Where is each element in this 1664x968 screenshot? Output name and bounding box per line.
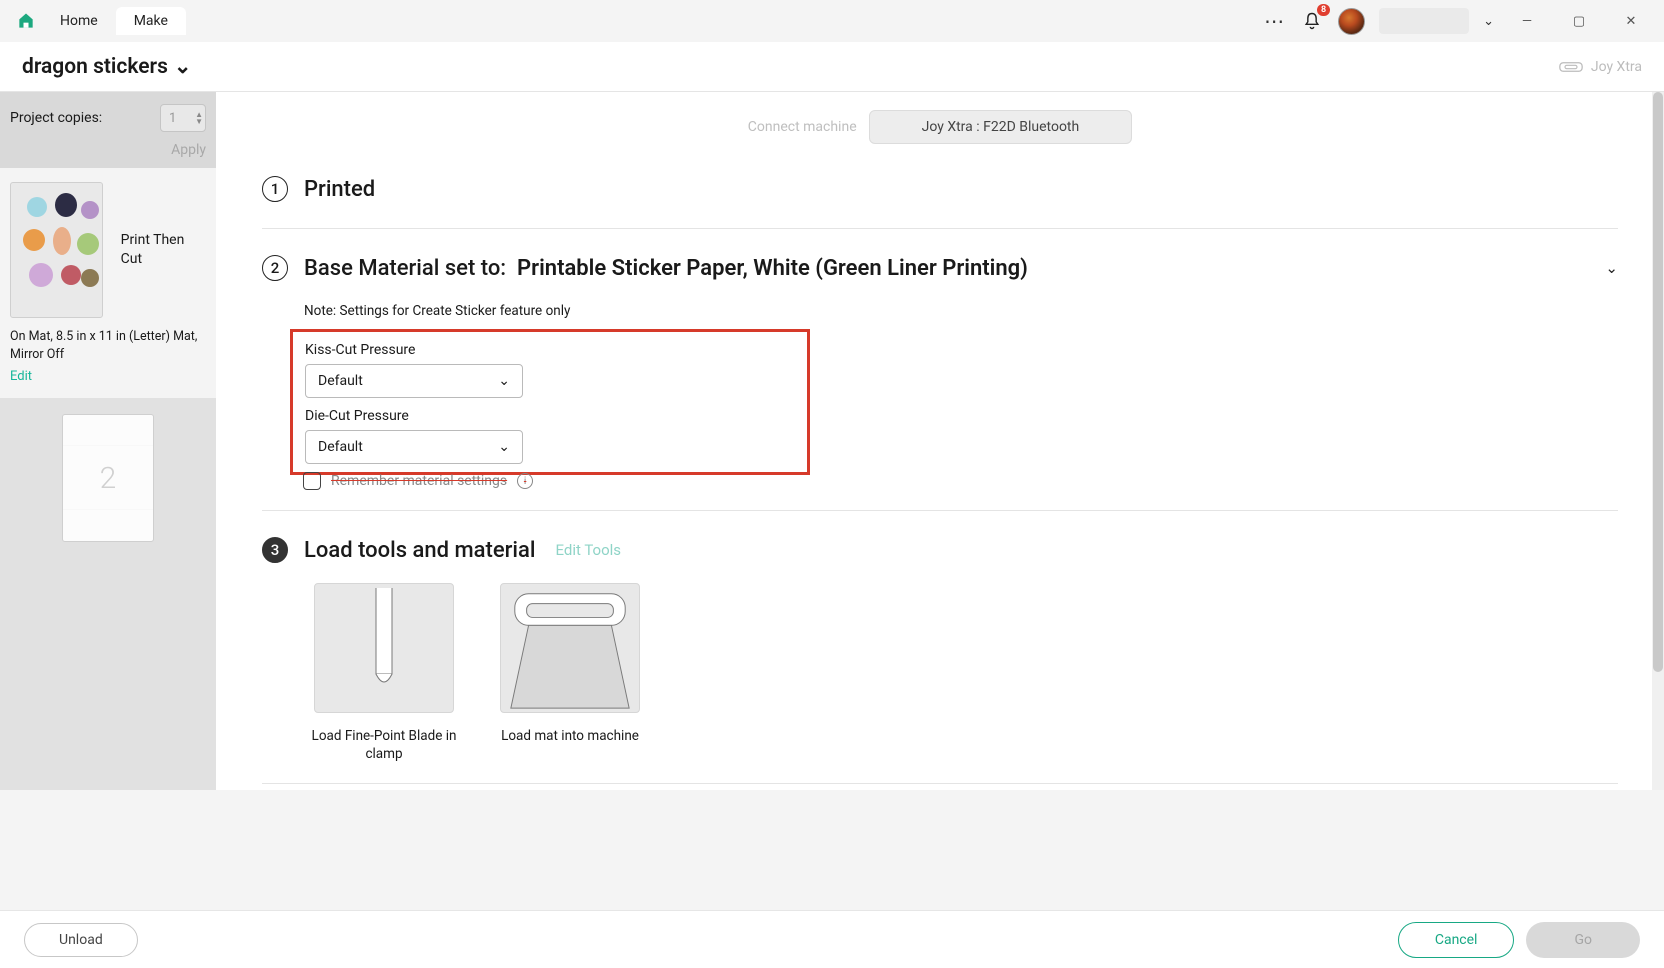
step-3: 3 Load tools and material Edit Tools Loa… <box>216 517 1664 763</box>
chevron-down-icon: ⌄ <box>498 373 510 389</box>
mat-edit-link[interactable]: Edit <box>10 369 32 384</box>
mat-panel-2[interactable]: 2 <box>0 398 216 566</box>
highlight-annotation: Kiss-Cut Pressure Default ⌄ Die-Cut Pres… <box>290 329 810 475</box>
tool-card-mat: Load mat into machine <box>490 583 650 763</box>
tool-mat-image <box>500 583 640 713</box>
project-title-bar: dragon stickers ⌄ Joy Xtra <box>0 42 1664 92</box>
tool-blade-image <box>314 583 454 713</box>
step-2-title: Base Material set to: Printable Sticker … <box>304 256 1028 281</box>
mat-type-label: Print Then Cut <box>121 231 206 269</box>
unload-button[interactable]: Unload <box>24 923 138 957</box>
connect-label: Connect machine <box>748 119 857 135</box>
step-2: 2 Base Material set to: Printable Sticke… <box>216 235 1664 504</box>
notifications-icon[interactable]: 8 <box>1300 9 1324 33</box>
copies-panel: Project copies: 1 ▲▼ Apply <box>0 92 216 168</box>
divider <box>262 783 1618 784</box>
chevron-down-icon: ⌄ <box>498 439 510 455</box>
remember-label: Remember material settings <box>331 473 507 489</box>
window-close-icon[interactable]: ✕ <box>1612 9 1650 33</box>
die-cut-label: Die-Cut Pressure <box>305 408 727 424</box>
copies-down-icon[interactable]: ▼ <box>195 118 203 125</box>
apply-button[interactable]: Apply <box>171 142 206 158</box>
step-1: 1 Printed <box>216 156 1664 222</box>
step-2-note: Note: Settings for Create Sticker featur… <box>304 303 1618 319</box>
kiss-cut-dropdown[interactable]: Default ⌄ <box>305 364 523 398</box>
notification-badge: 8 <box>1317 4 1330 16</box>
edit-tools-link[interactable]: Edit Tools <box>555 541 621 559</box>
mat-thumbnail-2: 2 <box>62 414 154 542</box>
chevron-down-icon: ⌄ <box>174 54 192 79</box>
app-bar: Home Make ⋯ 8 ⌄ — ▢ ✕ <box>0 0 1664 42</box>
copies-stepper[interactable]: 1 ▲▼ <box>160 104 206 132</box>
footer: Unload Cancel Go <box>0 910 1664 968</box>
main-panel: Connect machine Joy Xtra : F22D Bluetoot… <box>216 92 1664 790</box>
kiss-cut-label: Kiss-Cut Pressure <box>305 342 727 358</box>
divider <box>262 228 1618 229</box>
remember-checkbox[interactable] <box>303 472 321 490</box>
mat-thumbnail-1 <box>10 182 103 318</box>
tool-mat-caption: Load mat into machine <box>490 727 650 745</box>
step-3-number: 3 <box>262 537 288 563</box>
sidebar: Project copies: 1 ▲▼ Apply <box>0 92 216 790</box>
user-menu-chevron-icon[interactable]: ⌄ <box>1483 14 1494 29</box>
mat-panel-1[interactable]: Print Then Cut On Mat, 8.5 in x 11 in (L… <box>0 168 216 398</box>
tool-blade-caption: Load Fine-Point Blade in clamp <box>304 727 464 763</box>
tab-home[interactable]: Home <box>42 7 116 35</box>
avatar[interactable] <box>1338 8 1365 35</box>
project-name-dropdown[interactable]: dragon stickers ⌄ <box>22 54 191 79</box>
die-cut-dropdown[interactable]: Default ⌄ <box>305 430 523 464</box>
window-maximize-icon[interactable]: ▢ <box>1560 9 1598 33</box>
scrollbar[interactable] <box>1652 92 1664 790</box>
project-name-text: dragon stickers <box>22 55 168 79</box>
window-minimize-icon[interactable]: — <box>1508 9 1546 33</box>
machine-icon <box>1559 59 1583 75</box>
copies-value: 1 <box>169 111 176 126</box>
tab-make[interactable]: Make <box>116 7 186 35</box>
go-button[interactable]: Go <box>1526 922 1640 958</box>
copies-label: Project copies: <box>10 110 102 126</box>
cancel-button[interactable]: Cancel <box>1398 922 1515 958</box>
user-name-placeholder <box>1379 8 1469 34</box>
more-menu-icon[interactable]: ⋯ <box>1262 9 1286 33</box>
machine-selector[interactable]: Joy Xtra : F22D Bluetooth <box>869 110 1133 144</box>
app-logo-icon <box>16 11 36 31</box>
divider <box>262 510 1618 511</box>
step-3-title: Load tools and material <box>304 538 535 563</box>
mat-2-number: 2 <box>100 461 117 496</box>
step-1-title: Printed <box>304 177 375 202</box>
step-2-number: 2 <box>262 255 288 281</box>
scrollbar-thumb[interactable] <box>1653 92 1663 672</box>
info-icon[interactable]: i <box>517 473 533 489</box>
step-2-collapse-icon[interactable]: ⌄ <box>1605 259 1618 277</box>
tool-card-blade: Load Fine-Point Blade in clamp <box>304 583 464 763</box>
mat-caption: On Mat, 8.5 in x 11 in (Letter) Mat, Mir… <box>10 328 206 363</box>
device-name: Joy Xtra <box>1591 59 1642 75</box>
step-1-number: 1 <box>262 176 288 202</box>
